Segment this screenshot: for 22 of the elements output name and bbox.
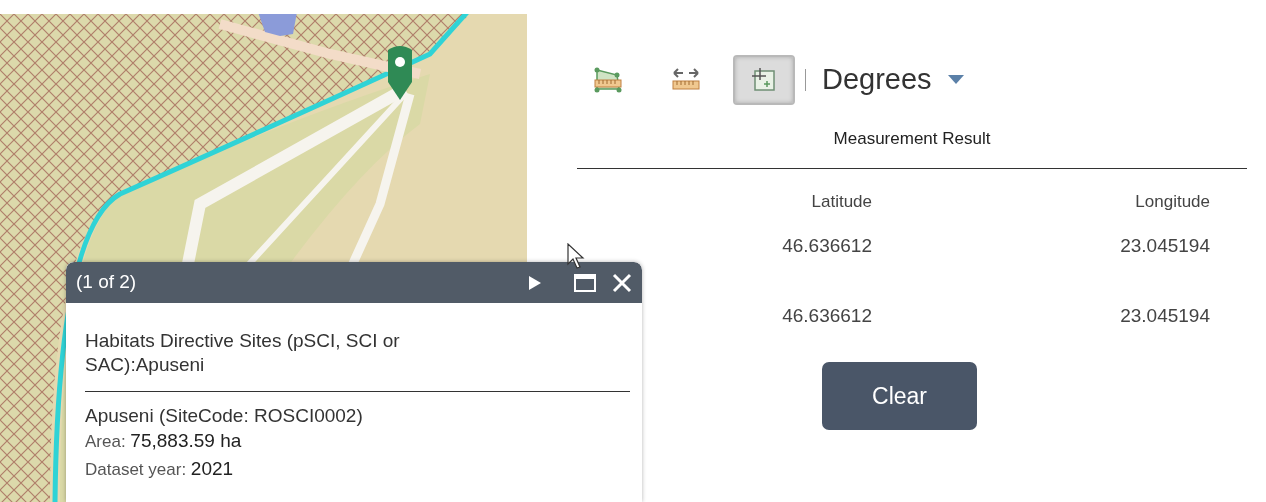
table-cell-text: 46.636612 <box>782 304 872 328</box>
popup-title: Habitats Directive Sites (pSCI, SCI or SAC):Apuseni <box>85 329 401 377</box>
result-title: Measurement Result <box>832 128 992 150</box>
grid-icon <box>750 66 778 94</box>
unit-dropdown[interactable]: Degrees <box>822 58 932 102</box>
close-icon[interactable] <box>612 272 632 293</box>
table-cell-text: 23.045194 <box>1120 304 1210 328</box>
column-header: Latitude <box>811 191 872 213</box>
table-cell-text: 23.045194 <box>1120 234 1210 258</box>
ruler-icon <box>593 66 623 94</box>
attribute-line: Area: 75,883.59 ha <box>85 429 243 454</box>
popup-counter: (1 of 2) <box>76 270 137 295</box>
column-header: Longitude <box>1135 191 1210 213</box>
clear-button[interactable]: Clear <box>822 362 977 430</box>
measure-tool-button[interactable] <box>733 55 795 105</box>
caret-icon[interactable] <box>947 75 964 85</box>
table-cell-text: 46.636612 <box>782 234 872 258</box>
cursor-icon <box>567 243 585 269</box>
ruler-icon <box>671 67 701 93</box>
attribute-line: Dataset year: 2021 <box>85 456 235 481</box>
maximize-icon[interactable] <box>574 273 596 292</box>
site-name: Apuseni (SiteCode: ROSCI0002) <box>85 403 364 428</box>
